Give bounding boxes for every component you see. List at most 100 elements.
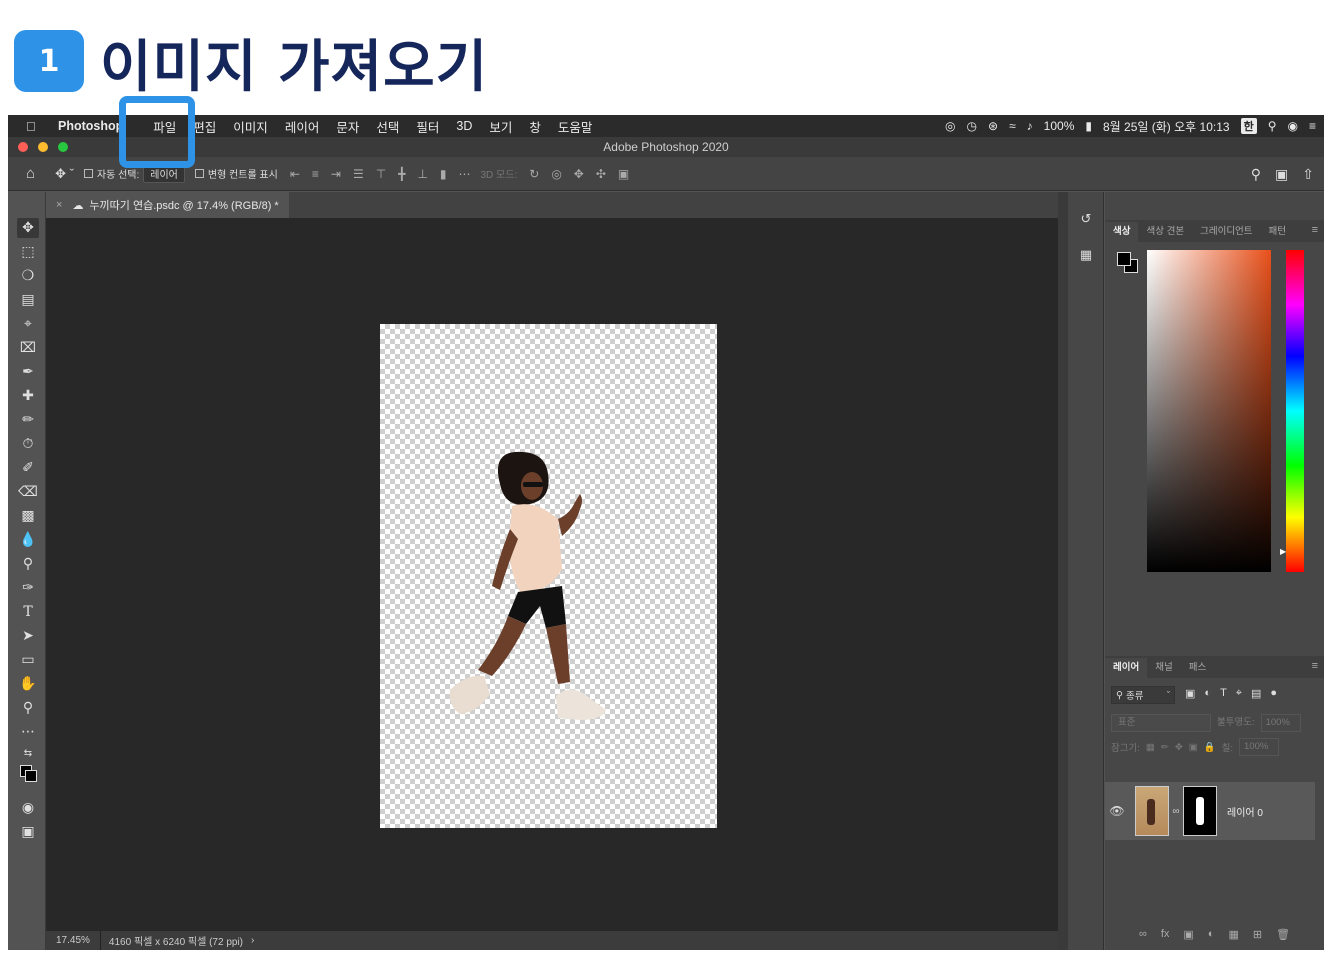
menu-layer[interactable]: 레이어 (285, 117, 320, 136)
workspace-icon[interactable]: ▣ (1275, 166, 1288, 183)
wifi-icon[interactable]: ≈ (1009, 119, 1016, 133)
color-panel-menu-icon[interactable]: ≡ (1312, 224, 1318, 236)
search-icon[interactable]: ⚲ (1251, 166, 1261, 183)
eyedropper-tool-icon[interactable]: ✒ (17, 362, 39, 382)
filter-pixel-icon[interactable]: ▣ (1185, 687, 1195, 700)
zoom-level[interactable]: 17.45% (46, 931, 101, 950)
delete-layer-icon[interactable]: 🗑 (1276, 928, 1290, 948)
menu-window[interactable]: 창 (529, 117, 541, 136)
menu-help[interactable]: 도움말 (558, 117, 593, 136)
layers-panel-menu-icon[interactable]: ≡ (1312, 660, 1318, 672)
zoom-window-button[interactable] (58, 142, 68, 152)
object-selection-tool-icon[interactable]: ▤ (17, 290, 39, 310)
tab-gradients[interactable]: 그레이디언트 (1192, 222, 1260, 242)
screen-mode-icon[interactable]: ▣ (17, 822, 39, 842)
auto-select-checkbox[interactable] (83, 169, 93, 178)
hand-tool-icon[interactable]: ✋ (17, 674, 39, 694)
tab-swatches[interactable]: 색상 견본 (1138, 222, 1192, 242)
quick-mask-icon[interactable]: ◉ (17, 798, 39, 818)
lock-transparent-icon[interactable]: ▦ (1146, 742, 1155, 753)
menu-edit[interactable]: 편집 (193, 117, 216, 136)
new-layer-icon[interactable]: ⊞ (1253, 928, 1262, 948)
tab-layers[interactable]: 레이어 (1105, 658, 1148, 678)
spotlight-icon[interactable]: ⚲ (1268, 119, 1277, 133)
frame-tool-icon[interactable]: ⌧ (17, 338, 39, 358)
lock-image-icon[interactable]: ✏ (1161, 742, 1169, 753)
document-tab[interactable]: × ☁ 누끼따기 연습.psdc @ 17.4% (RGB/8) * (46, 192, 289, 218)
add-mask-icon[interactable]: ▣ (1183, 928, 1193, 948)
lock-position-icon[interactable]: ✥ (1175, 742, 1183, 753)
volume-icon[interactable]: ♪ (1027, 119, 1033, 133)
camera-3d-icon[interactable]: ▣ (618, 167, 629, 181)
blur-tool-icon[interactable]: 💧 (17, 530, 39, 550)
foreground-color-swatch[interactable] (1117, 252, 1131, 266)
tab-paths[interactable]: 패스 (1181, 658, 1214, 678)
roll-3d-icon[interactable]: ◎ (551, 167, 561, 181)
hue-slider-marker-icon[interactable]: ▶ (1280, 547, 1286, 556)
marquee-tool-icon[interactable]: ⬚ (17, 242, 39, 262)
edit-toolbar-icon[interactable]: ⋯ (17, 722, 39, 742)
lock-all-icon[interactable]: 🔒 (1204, 742, 1216, 753)
transform-controls-option[interactable]: 변형 컨트롤 표시 (194, 166, 278, 181)
align-left-icon[interactable]: ⇤ (290, 167, 300, 181)
layer-filter-dropdown[interactable]: ⚲ 종류 ˇ (1111, 686, 1175, 704)
lock-artboard-icon[interactable]: ▣ (1189, 742, 1198, 753)
menu-app-name[interactable]: Photoshop (58, 119, 123, 133)
tab-channels[interactable]: 채널 (1147, 658, 1180, 678)
layer-mask-thumbnail[interactable] (1183, 786, 1217, 836)
healing-brush-tool-icon[interactable]: ✚ (17, 386, 39, 406)
link-layers-icon[interactable]: ∞ (1139, 928, 1147, 948)
layer-style-icon[interactable]: fx (1161, 928, 1170, 948)
lasso-tool-icon[interactable]: ❍ (17, 266, 39, 286)
eraser-tool-icon[interactable]: ⌫ (17, 482, 39, 502)
menu-view[interactable]: 보기 (489, 117, 512, 136)
dodge-tool-icon[interactable]: ⚲ (17, 554, 39, 574)
pen-tool-icon[interactable]: ✑ (17, 578, 39, 598)
home-icon[interactable]: ⌂ (26, 165, 35, 182)
adjustment-layer-icon[interactable]: ◐ (1208, 928, 1215, 948)
menu-3d[interactable]: 3D (456, 119, 472, 133)
menu-filter[interactable]: 필터 (416, 117, 439, 136)
minimize-window-button[interactable] (38, 142, 48, 152)
creative-cloud-icon[interactable]: ◎ (945, 119, 955, 133)
transform-controls-checkbox[interactable] (194, 169, 204, 178)
color-saturation-field[interactable] (1147, 250, 1271, 572)
filter-type-icon[interactable]: T (1220, 687, 1227, 700)
color-swatches-icon[interactable] (17, 764, 39, 784)
bluetooth-icon[interactable]: ⊛ (988, 119, 998, 133)
layer-thumbnail[interactable] (1135, 786, 1169, 836)
menu-select[interactable]: 선택 (376, 117, 399, 136)
menubar-clock[interactable]: 8월 25일 (화) 오후 10:13 (1103, 118, 1230, 135)
hue-slider[interactable] (1286, 250, 1304, 572)
mask-link-icon[interactable]: ∞ (1169, 806, 1183, 817)
align-center-icon[interactable]: ≡ (312, 167, 319, 181)
time-machine-icon[interactable]: ◷ (967, 119, 977, 133)
move-tool-icon[interactable]: ✥ (17, 218, 39, 238)
filter-smartobject-icon[interactable]: ▤ (1251, 687, 1261, 700)
crop-tool-icon[interactable]: ⌖ (17, 314, 39, 334)
close-tab-icon[interactable]: × (56, 199, 62, 211)
menu-image[interactable]: 이미지 (233, 117, 268, 136)
close-window-button[interactable] (18, 142, 28, 152)
layer-name[interactable]: 레이어 0 (1227, 804, 1263, 819)
new-group-icon[interactable]: ▦ (1228, 928, 1238, 948)
swap-colors-icon[interactable]: ⇆ (17, 744, 39, 764)
filter-adjustment-icon[interactable]: ◐ (1204, 687, 1211, 700)
filter-shape-icon[interactable]: ⌖ (1236, 687, 1242, 700)
canvas-vertical-scrollbar[interactable] (1058, 192, 1068, 950)
siri-icon[interactable]: ◉ (1288, 119, 1298, 133)
visibility-eye-icon[interactable]: 👁 (1105, 804, 1129, 818)
opacity-input[interactable]: 100% (1260, 714, 1301, 732)
fill-input[interactable]: 100% (1239, 738, 1280, 756)
history-brush-tool-icon[interactable]: ✐ (17, 458, 39, 478)
menu-type[interactable]: 문자 (336, 117, 359, 136)
status-chevron-icon[interactable]: › (251, 935, 254, 946)
tab-color[interactable]: 색상 (1105, 222, 1139, 242)
orbit-3d-icon[interactable]: ↻ (529, 167, 539, 181)
type-tool-icon[interactable]: T (17, 602, 39, 622)
canvas-workspace[interactable] (46, 218, 1058, 931)
rectangle-tool-icon[interactable]: ▭ (17, 650, 39, 670)
distribute-icon[interactable]: ☰ (353, 167, 364, 181)
layer-row[interactable]: 👁 ∞ 레이어 0 (1105, 782, 1315, 840)
brush-tool-icon[interactable]: ✏ (17, 410, 39, 430)
